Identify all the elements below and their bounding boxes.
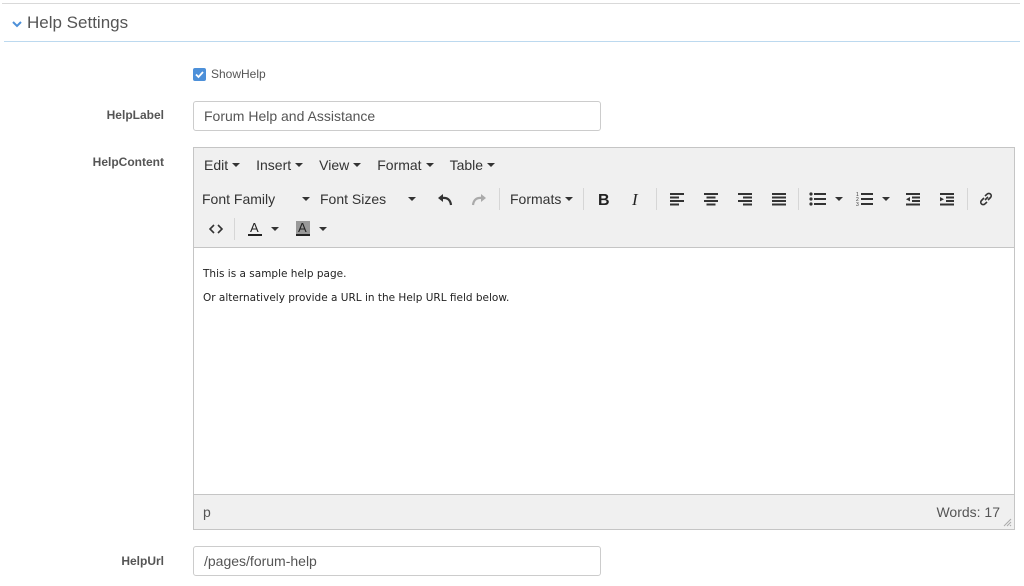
menu-view[interactable]: View xyxy=(319,157,362,173)
toolbar-separator xyxy=(656,188,657,210)
source-code-button[interactable] xyxy=(204,216,228,242)
bullet-list-button[interactable] xyxy=(806,186,846,212)
redo-icon xyxy=(471,194,486,206)
editor-content-area[interactable]: This is a sample help page. Or alternati… xyxy=(194,248,1014,496)
caret-down-icon xyxy=(835,197,843,201)
caret-down-icon xyxy=(353,163,362,167)
numbered-list-icon: 1 2 3 xyxy=(856,192,873,207)
text-color-button[interactable]: A xyxy=(242,216,284,242)
svg-text:A: A xyxy=(298,220,307,235)
menu-format[interactable]: Format xyxy=(377,157,434,173)
caret-down-icon xyxy=(487,163,496,167)
caret-down-icon xyxy=(271,227,279,231)
section-title: Help Settings xyxy=(27,12,129,32)
align-right-icon xyxy=(738,193,752,206)
caret-down-icon xyxy=(425,163,434,167)
source-code-icon xyxy=(209,224,223,234)
content-line: This is a sample help page. xyxy=(203,268,347,280)
caret-down-icon xyxy=(319,227,327,231)
align-justify-icon xyxy=(772,193,786,206)
outdent-icon xyxy=(906,193,920,206)
help-content-label: HelpContent xyxy=(92,155,164,169)
undo-icon xyxy=(438,194,453,206)
word-count: Words: 17 xyxy=(936,504,1000,520)
formats-label: Formats xyxy=(510,191,562,207)
toolbar-separator xyxy=(583,188,584,210)
caret-down-icon xyxy=(302,197,310,201)
rich-text-editor: Edit Insert View Format Table Font Famil… xyxy=(193,147,1015,530)
caret-down-icon xyxy=(295,163,304,167)
toolbar-separator xyxy=(499,188,500,210)
caret-down-icon xyxy=(882,197,890,201)
toolbar-separator xyxy=(234,218,235,240)
svg-text:A: A xyxy=(250,220,259,235)
link-button[interactable] xyxy=(974,186,998,212)
align-center-icon xyxy=(704,193,718,206)
italic-icon: I xyxy=(631,191,639,207)
text-color-icon: A xyxy=(248,220,262,236)
element-path[interactable]: p xyxy=(203,504,211,520)
indent-icon xyxy=(940,193,954,206)
outdent-button[interactable] xyxy=(901,186,925,212)
background-color-icon: A xyxy=(296,220,310,236)
chevron-down-icon[interactable] xyxy=(10,17,24,31)
help-url-label: HelpUrl xyxy=(121,554,164,568)
font-family-label: Font Family xyxy=(202,191,276,207)
numbered-list-button[interactable]: 1 2 3 xyxy=(853,186,893,212)
italic-button[interactable]: I xyxy=(624,186,648,212)
content-line: Or alternatively provide a URL in the He… xyxy=(203,292,510,304)
link-icon xyxy=(980,192,992,206)
align-left-icon xyxy=(670,193,684,206)
menu-table[interactable]: Table xyxy=(449,157,496,173)
editor-statusbar: p Words: 17 xyxy=(194,494,1014,529)
toolbar-separator xyxy=(798,188,799,210)
caret-down-icon xyxy=(565,197,574,201)
check-icon xyxy=(195,70,204,78)
svg-text:3: 3 xyxy=(856,202,859,207)
toolbar-row-1: Font Family Font Sizes Formats B I 1 2 3 xyxy=(194,184,1014,214)
resize-handle-icon[interactable] xyxy=(1002,517,1012,527)
help-label-input[interactable] xyxy=(193,101,601,131)
caret-down-icon xyxy=(232,163,241,167)
formats-select[interactable]: Formats xyxy=(510,186,574,212)
editor-toolbar: Font Family Font Sizes Formats B I 1 2 3… xyxy=(194,182,1014,248)
menu-edit-label: Edit xyxy=(204,157,229,173)
indent-button[interactable] xyxy=(935,186,959,212)
font-sizes-select[interactable]: Font Sizes xyxy=(320,186,420,212)
align-right-button[interactable] xyxy=(733,186,757,212)
menu-edit[interactable]: Edit xyxy=(204,157,241,173)
align-center-button[interactable] xyxy=(699,186,723,212)
svg-text:I: I xyxy=(631,191,639,207)
menu-table-label: Table xyxy=(449,157,484,173)
font-sizes-label: Font Sizes xyxy=(320,191,387,207)
align-justify-button[interactable] xyxy=(767,186,791,212)
toolbar-row-2: A A xyxy=(194,214,1014,244)
svg-text:B: B xyxy=(598,192,610,207)
align-left-button[interactable] xyxy=(665,186,689,212)
menu-insert[interactable]: Insert xyxy=(256,157,304,173)
menu-insert-label: Insert xyxy=(256,157,292,173)
help-label-label: HelpLabel xyxy=(106,108,164,122)
toolbar-separator xyxy=(967,188,968,210)
editor-menubar: Edit Insert View Format Table xyxy=(194,148,1014,182)
undo-button[interactable] xyxy=(433,186,457,212)
help-url-input[interactable] xyxy=(193,546,601,576)
font-family-select[interactable]: Font Family xyxy=(202,186,314,212)
menu-view-label: View xyxy=(319,157,350,173)
caret-down-icon xyxy=(408,197,416,201)
bullet-list-icon xyxy=(809,192,826,206)
background-color-button[interactable]: A xyxy=(290,216,332,242)
section-header[interactable]: Help Settings xyxy=(4,4,1020,42)
bold-icon: B xyxy=(598,192,610,207)
show-help-row: ShowHelp xyxy=(193,67,266,81)
bold-button[interactable]: B xyxy=(591,186,615,212)
redo-button[interactable] xyxy=(467,186,491,212)
show-help-label[interactable]: ShowHelp xyxy=(211,67,266,81)
show-help-checkbox[interactable] xyxy=(193,67,206,81)
menu-format-label: Format xyxy=(377,157,422,173)
